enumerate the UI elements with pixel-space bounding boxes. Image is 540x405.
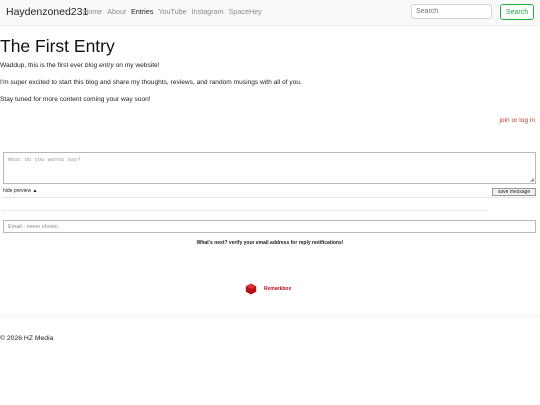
search-input[interactable] [411, 4, 492, 19]
footer-copyright: © 2026 HZ Media [0, 335, 54, 342]
verify-email-note: What's next? verify your email address f… [196, 240, 344, 246]
intro-text-start: Waddup, this is the first ever [0, 62, 85, 69]
hide-preview-toggle[interactable]: hide preview ▲ [3, 188, 37, 194]
remarkbox-logo-icon [245, 283, 257, 295]
post-paragraph-2: I'm super excited to start this blog and… [0, 79, 302, 86]
nav-link-instagram[interactable]: Instagram [192, 7, 224, 16]
remarkbox-label[interactable]: Remarkbox [264, 286, 291, 292]
comment-textarea[interactable] [3, 152, 536, 184]
intro-emphasis: blog entry [84, 62, 114, 69]
save-message-button[interactable]: save message [492, 188, 536, 196]
nav-link-entries[interactable]: Entries [131, 7, 153, 16]
email-field[interactable] [3, 220, 536, 233]
nav-links: Home About Entries YouTube Instagram Spa… [83, 7, 262, 16]
nav-link-spacehey[interactable]: SpaceHey [229, 7, 262, 16]
divider [3, 197, 536, 198]
footer-divider [0, 316, 540, 317]
remarkbox-branding[interactable]: Remarkbox [245, 283, 291, 295]
navbar: Haydenzoned231 Home About Entries YouTub… [0, 0, 540, 26]
site-brand[interactable]: Haydenzoned231 [6, 6, 88, 18]
search-button[interactable]: Search [500, 4, 534, 20]
post-paragraph-intro: Waddup, this is the first ever blog entr… [0, 62, 160, 69]
post-paragraph-3: Stay tuned for more content coming your … [0, 96, 151, 103]
post-title: The First Entry [0, 36, 115, 56]
nav-link-home[interactable]: Home [83, 7, 102, 16]
join-or-login-link[interactable]: join or log in [499, 117, 535, 124]
resize-grip-icon[interactable]: ◢ [530, 178, 534, 183]
preview-divider [3, 210, 487, 211]
nav-link-youtube[interactable]: YouTube [158, 7, 186, 16]
intro-text-end: on my website! [113, 62, 160, 69]
nav-link-about[interactable]: About [107, 7, 126, 16]
